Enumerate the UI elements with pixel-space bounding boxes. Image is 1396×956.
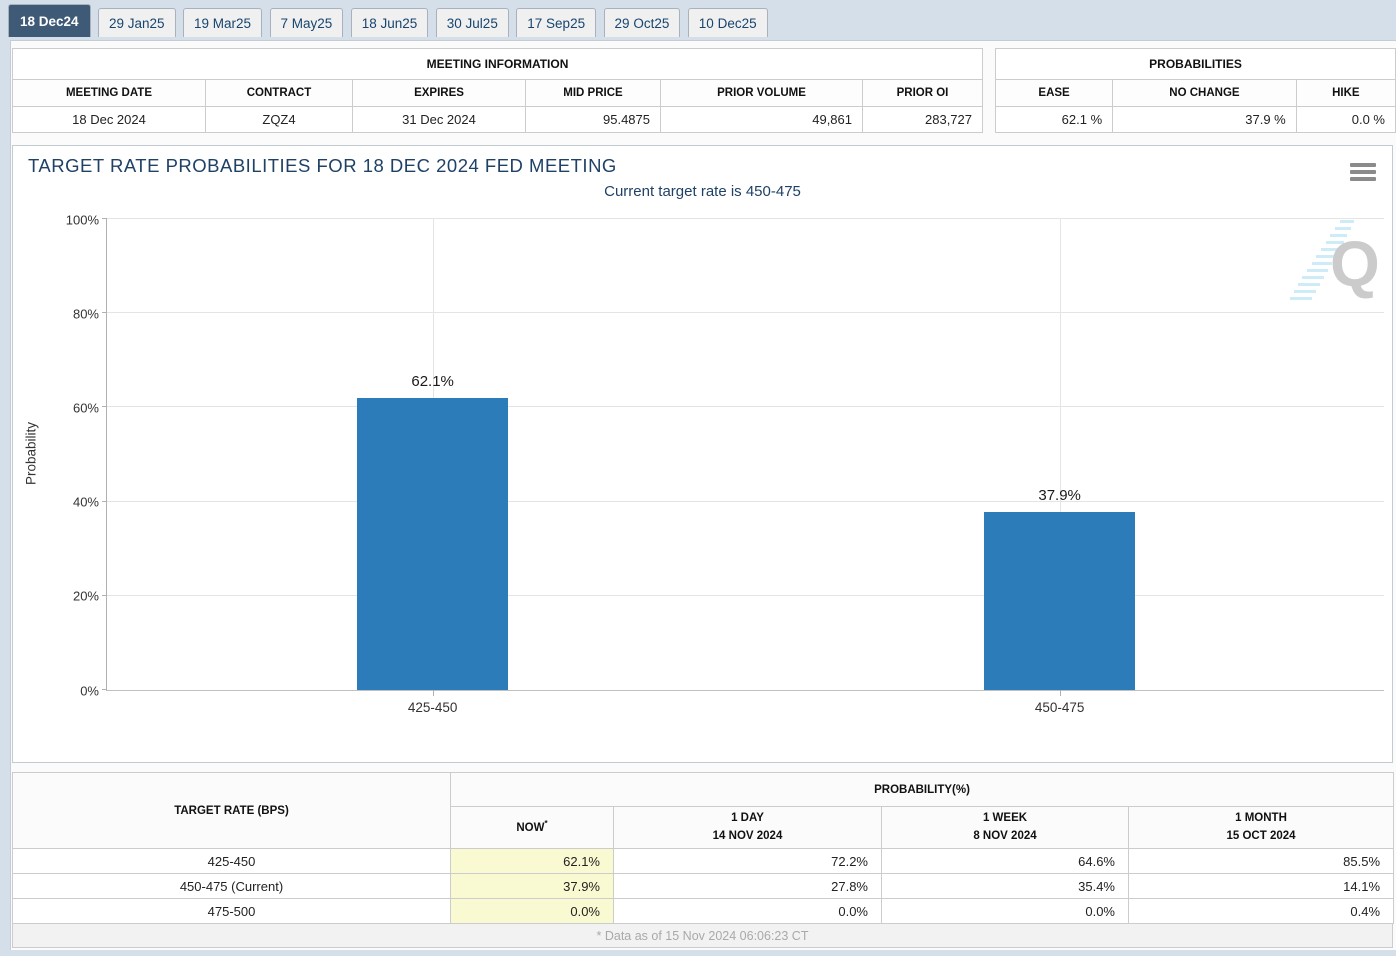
hike-value: 0.0 %: [1296, 107, 1395, 133]
no-change-value: 37.9 %: [1113, 107, 1297, 133]
col-expires: EXPIRES: [353, 80, 526, 107]
col-meeting-date: MEETING DATE: [13, 80, 206, 107]
meeting-information-title: MEETING INFORMATION: [13, 49, 983, 80]
now-475-500: 0.0%: [451, 899, 614, 924]
day-425-450: 72.2%: [614, 849, 882, 874]
prior-volume-value: 49,861: [661, 107, 863, 133]
probabilities-panel: PROBABILITIES EASE NO CHANGE HIKE 62.1 %…: [995, 48, 1396, 133]
probabilities-table: PROBABILITIES EASE NO CHANGE HIKE 62.1 %…: [995, 48, 1396, 133]
target-rate-probabilities-chart: TARGET RATE PROBABILITIES FOR 18 DEC 202…: [12, 145, 1393, 763]
ease-value: 62.1 %: [996, 107, 1113, 133]
y-tick-mark: [102, 406, 107, 407]
col-hike: HIKE: [1296, 80, 1395, 107]
day-450-475: 27.8%: [614, 874, 882, 899]
y-gridline: [107, 595, 1384, 596]
tab-29-oct25[interactable]: 29 Oct25: [604, 8, 681, 37]
y-tick-label: 0%: [80, 683, 99, 698]
chart-menu-icon[interactable]: [1350, 163, 1376, 184]
contract-value: ZQZ4: [206, 107, 353, 133]
month-425-450: 85.5%: [1129, 849, 1394, 874]
expires-value: 31 Dec 2024: [353, 107, 526, 133]
probability-bar-450-475[interactable]: [984, 512, 1135, 691]
tab-29-jan25[interactable]: 29 Jan25: [98, 8, 176, 37]
tab-7-may25[interactable]: 7 May25: [270, 8, 344, 37]
x-tick-mark: [433, 690, 434, 696]
y-gridline: [107, 312, 1384, 313]
meeting-information-panel: MEETING INFORMATION MEETING DATE CONTRAC…: [12, 48, 983, 133]
chart-plot-area: 0%20%40%60%80%100%62.1%425-45037.9%450-4…: [106, 219, 1384, 691]
probability-history-table: TARGET RATE (BPS) PROBABILITY(%) NOW* 1 …: [12, 772, 1394, 924]
table-row: 475-500 0.0% 0.0% 0.0% 0.4%: [13, 899, 1394, 924]
col-1-month: 1 MONTH15 OCT 2024: [1129, 807, 1394, 849]
meeting-date-value: 18 Dec 2024: [13, 107, 206, 133]
y-tick-label: 80%: [73, 306, 99, 321]
y-tick-mark: [102, 218, 107, 219]
col-prior-oi: PRIOR OI: [863, 80, 983, 107]
meeting-information-table: MEETING INFORMATION MEETING DATE CONTRAC…: [12, 48, 983, 133]
y-tick-mark: [102, 501, 107, 502]
month-450-475: 14.1%: [1129, 874, 1394, 899]
col-mid-price: MID PRICE: [526, 80, 661, 107]
prior-oi-value: 283,727: [863, 107, 983, 133]
probability-bar-425-450[interactable]: [357, 398, 508, 690]
rate-450-475: 450-475 (Current): [13, 874, 451, 899]
rate-425-450: 425-450: [13, 849, 451, 874]
y-tick-mark: [102, 689, 107, 690]
meeting-date-tabs: 18 Dec24 29 Jan25 19 Mar25 7 May25 18 Ju…: [8, 4, 771, 40]
col-prior-volume: PRIOR VOLUME: [661, 80, 863, 107]
col-ease: EASE: [996, 80, 1113, 107]
col-contract: CONTRACT: [206, 80, 353, 107]
y-tick-label: 20%: [73, 589, 99, 604]
col-target-rate-bps: TARGET RATE (BPS): [13, 773, 451, 849]
week-450-475: 35.4%: [882, 874, 1129, 899]
y-axis-title: Probability: [24, 399, 39, 509]
y-gridline: [107, 406, 1384, 407]
probabilities-title: PROBABILITIES: [996, 49, 1396, 80]
meeting-information-row: 18 Dec 2024 ZQZ4 31 Dec 2024 95.4875 49,…: [13, 107, 983, 133]
y-tick-mark: [102, 595, 107, 596]
tab-17-sep25[interactable]: 17 Sep25: [516, 8, 596, 37]
col-no-change: NO CHANGE: [1113, 80, 1297, 107]
y-tick-label: 40%: [73, 495, 99, 510]
probabilities-row: 62.1 % 37.9 % 0.0 %: [996, 107, 1396, 133]
col-1-day: 1 DAY14 NOV 2024: [614, 807, 882, 849]
day-475-500: 0.0%: [614, 899, 882, 924]
bar-value-label: 37.9%: [1038, 487, 1081, 504]
week-425-450: 64.6%: [882, 849, 1129, 874]
week-475-500: 0.0%: [882, 899, 1129, 924]
probability-group-header: PROBABILITY(%): [451, 773, 1394, 807]
table-row: 425-450 62.1% 72.2% 64.6% 85.5%: [13, 849, 1394, 874]
table-row: 450-475 (Current) 37.9% 27.8% 35.4% 14.1…: [13, 874, 1394, 899]
data-as-of-footnote: * Data as of 15 Nov 2024 06:06:23 CT: [12, 924, 1393, 948]
tab-18-jun25[interactable]: 18 Jun25: [351, 8, 429, 37]
now-425-450: 62.1%: [451, 849, 614, 874]
bar-value-label: 62.1%: [411, 373, 454, 390]
month-475-500: 0.4%: [1129, 899, 1394, 924]
y-tick-label: 60%: [73, 400, 99, 415]
x-tick-label: 425-450: [408, 700, 458, 715]
now-450-475: 37.9%: [451, 874, 614, 899]
x-tick-mark: [1060, 690, 1061, 696]
tab-30-jul25[interactable]: 30 Jul25: [436, 8, 509, 37]
col-1-week: 1 WEEK8 NOV 2024: [882, 807, 1129, 849]
tab-10-dec25[interactable]: 10 Dec25: [688, 8, 768, 37]
y-gridline: [107, 501, 1384, 502]
mid-price-value: 95.4875: [526, 107, 661, 133]
tab-18-dec24[interactable]: 18 Dec24: [8, 4, 91, 37]
x-tick-label: 450-475: [1035, 700, 1085, 715]
probability-history-panel: TARGET RATE (BPS) PROBABILITY(%) NOW* 1 …: [12, 772, 1393, 948]
chart-title: TARGET RATE PROBABILITIES FOR 18 DEC 202…: [28, 155, 617, 177]
y-tick-label: 100%: [66, 212, 99, 227]
y-tick-mark: [102, 312, 107, 313]
tab-19-mar25[interactable]: 19 Mar25: [183, 8, 262, 37]
chart-subtitle: Current target rate is 450-475: [13, 183, 1392, 200]
col-now: NOW*: [451, 807, 614, 849]
y-gridline: [107, 218, 1384, 219]
rate-475-500: 475-500: [13, 899, 451, 924]
